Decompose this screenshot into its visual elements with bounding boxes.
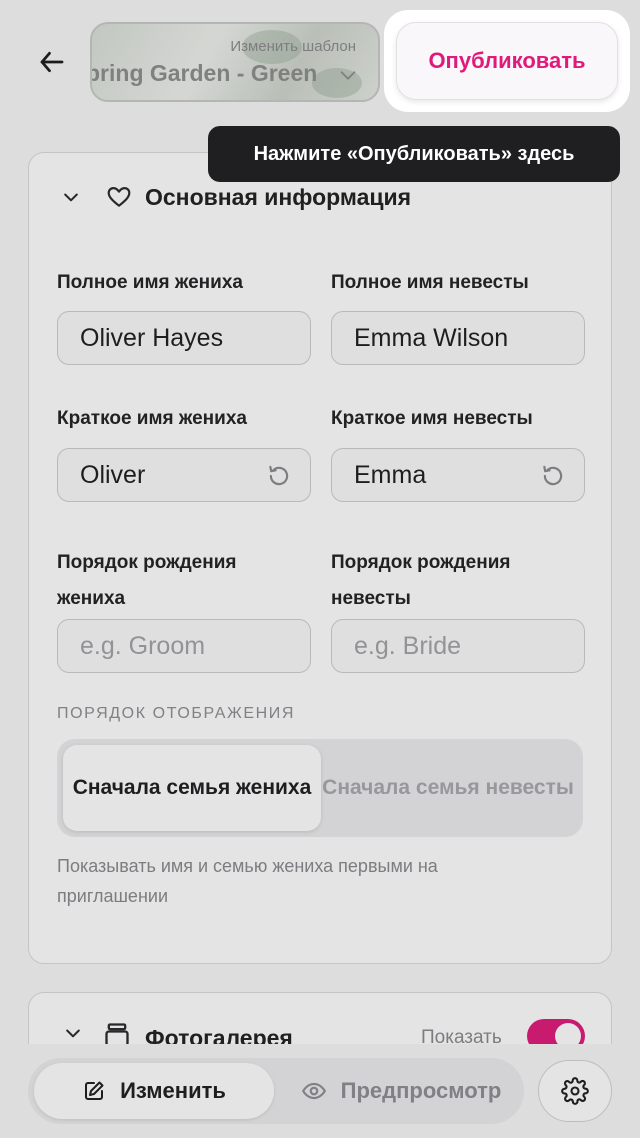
bride-birth-order-field[interactable]: e.g. Bride — [331, 619, 585, 673]
bride-full-name-label: Полное имя невесты — [331, 272, 529, 293]
chevron-down-icon — [340, 71, 356, 80]
bride-short-name-value: Emma — [354, 460, 427, 489]
basic-info-card: Основная информация Полное имя жениха По… — [28, 152, 612, 964]
bride-full-name-value: Emma Wilson — [354, 323, 509, 352]
publish-tooltip: Нажмите «Опубликовать» здесь — [208, 126, 620, 182]
groom-short-name-value: Oliver — [80, 460, 146, 489]
publish-highlight: Опубликовать — [384, 10, 630, 112]
edit-icon — [85, 1081, 104, 1100]
basic-info-header[interactable]: Основная информация — [57, 183, 411, 211]
chevron-down-icon[interactable] — [57, 183, 85, 211]
mode-switch: Изменить Предпросмотр — [28, 1058, 524, 1124]
display-order-groom-first[interactable]: Сначала семья жениха — [63, 745, 321, 831]
groom-full-name-value: Oliver Hayes — [80, 323, 224, 352]
preview-mode-button[interactable]: Предпросмотр — [284, 1063, 518, 1119]
display-order-segmented-control: Сначала семья жениха Сначала семья невес… — [57, 739, 583, 837]
display-order-note: Показывать имя и семью жениха первыми на… — [57, 856, 438, 906]
chevron-down-icon[interactable] — [63, 1023, 83, 1043]
bride-birth-order-label: Порядок рождения невесты — [331, 552, 511, 609]
bride-short-name-label: Краткое имя невесты — [331, 408, 533, 429]
settings-button[interactable] — [538, 1060, 612, 1122]
eye-icon — [301, 1082, 326, 1100]
arrow-left-icon — [40, 51, 64, 73]
groom-birth-order-field[interactable]: e.g. Groom — [57, 619, 311, 673]
groom-full-name-label: Полное имя жениха — [57, 272, 243, 293]
groom-short-name-field[interactable]: Oliver — [57, 448, 311, 502]
display-order-bride-first[interactable]: Сначала семья невесты — [319, 745, 577, 831]
bottom-bar: Изменить Предпросмотр — [0, 1044, 640, 1138]
bride-full-name-field[interactable]: Emma Wilson — [331, 311, 585, 365]
bride-birth-order-placeholder: e.g. Bride — [354, 631, 462, 660]
basic-info-title: Основная информация — [145, 183, 412, 210]
template-hint: Изменить шаблон — [230, 38, 356, 55]
display-order-label: ПОРЯДОК ОТОБРАЖЕНИЯ — [57, 705, 296, 722]
back-button[interactable] — [30, 40, 74, 84]
preview-mode-label: Предпросмотр — [340, 1078, 502, 1103]
groom-full-name-field[interactable]: Oliver Hayes — [57, 311, 311, 365]
heart-icon — [105, 183, 133, 211]
groom-birth-order-label: Порядок рождения жениха — [57, 552, 237, 609]
template-name: pring Garden - Green — [90, 60, 318, 86]
groom-short-name-label: Краткое имя жениха — [57, 408, 247, 429]
reset-icon[interactable] — [540, 463, 566, 489]
edit-mode-label: Изменить — [120, 1078, 226, 1103]
bride-short-name-field[interactable]: Emma — [331, 448, 585, 502]
template-selector[interactable]: Изменить шаблон pring Garden - Green — [90, 22, 380, 102]
gear-icon — [561, 1077, 589, 1105]
reset-icon[interactable] — [266, 463, 292, 489]
publish-button[interactable]: Опубликовать — [396, 22, 618, 100]
edit-mode-button[interactable]: Изменить — [34, 1063, 274, 1119]
groom-birth-order-placeholder: e.g. Groom — [80, 631, 206, 660]
